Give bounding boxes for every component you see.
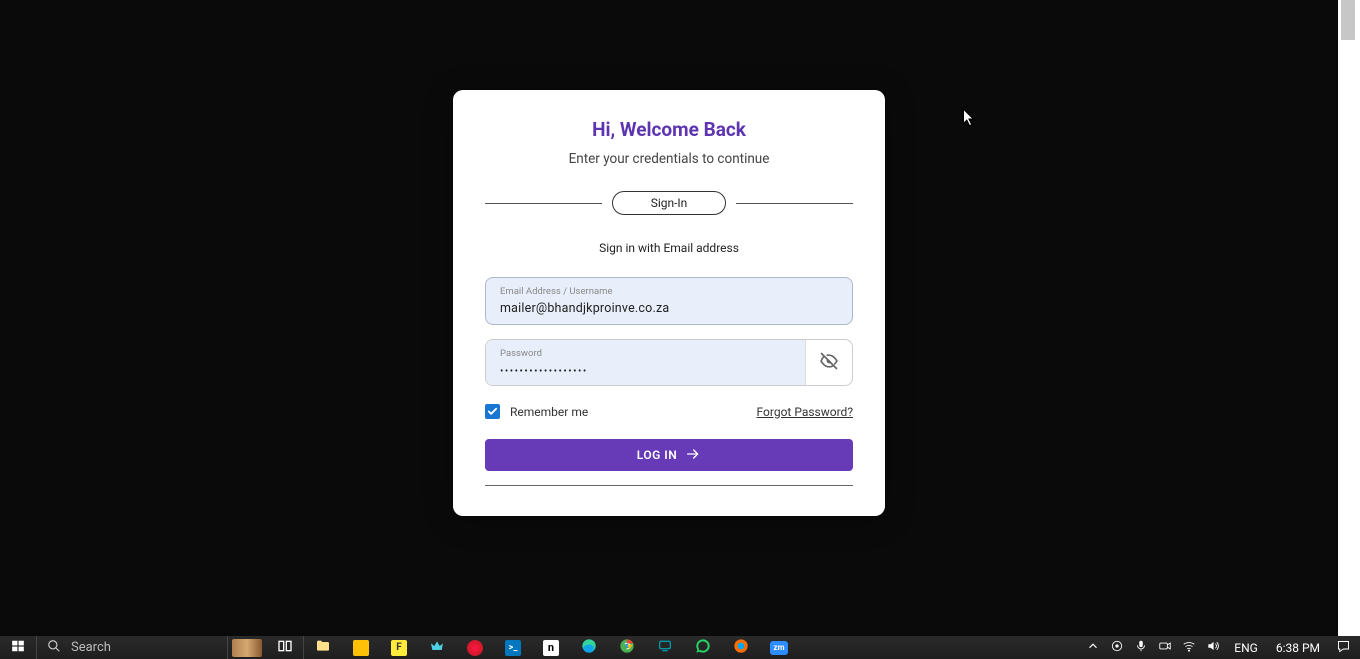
taskbar-search-placeholder: Search: [71, 640, 111, 655]
remember-label: Remember me: [510, 405, 588, 419]
bottom-divider: [485, 485, 853, 486]
remember-left: Remember me: [485, 404, 588, 419]
arrow-right-icon: [685, 446, 701, 465]
edge-icon: [581, 638, 597, 657]
taskbar-app-yellow2[interactable]: F: [380, 636, 418, 659]
microphone-icon: [1134, 639, 1148, 656]
email-label: Email Address / Username: [500, 286, 838, 297]
location-icon: [1110, 639, 1124, 656]
mouse-cursor: [962, 108, 976, 132]
tray-camera[interactable]: [1156, 639, 1174, 656]
login-card: Hi, Welcome Back Enter your credentials …: [453, 90, 885, 516]
email-input[interactable]: [500, 300, 838, 318]
clock[interactable]: 6:38 PM: [1270, 641, 1326, 655]
taskbar: Search F >_ n zm ENG 6:38 PM: [0, 636, 1360, 659]
folder-icon: [315, 638, 331, 657]
taskbar-app-opera[interactable]: [456, 636, 494, 659]
taskbar-app-yellow[interactable]: [342, 636, 380, 659]
sign-in-pill[interactable]: Sign-In: [612, 191, 727, 215]
divider-row: Sign-In: [485, 191, 853, 215]
opera-icon: [467, 640, 483, 656]
whatsapp-icon: [695, 638, 711, 657]
password-field-wrap: Password: [485, 339, 853, 386]
taskbar-app-zoom[interactable]: zm: [760, 636, 798, 659]
notion-icon: n: [543, 640, 559, 656]
taskbar-app-browser[interactable]: [722, 636, 760, 659]
chevron-up-icon: [1086, 639, 1100, 656]
app-background: Hi, Welcome Back Enter your credentials …: [0, 0, 1338, 636]
task-view-icon: [277, 638, 293, 657]
notification-icon: [1336, 639, 1351, 657]
divider-line: [485, 203, 602, 204]
eye-off-icon: [819, 351, 839, 375]
taskbar-app-quickassist[interactable]: [646, 636, 684, 659]
login-title: Hi, Welcome Back: [485, 118, 853, 141]
inner-scrollbar-thumb[interactable]: [1341, 0, 1355, 40]
taskbar-app-notion[interactable]: n: [532, 636, 570, 659]
app-icon: [353, 640, 369, 656]
login-subtitle: Enter your credentials to continue: [485, 151, 853, 167]
search-icon: [47, 639, 61, 656]
check-icon: [487, 402, 498, 421]
taskbar-app-taskview[interactable]: [266, 636, 304, 659]
login-button-label: LOG IN: [637, 448, 678, 462]
taskbar-app-whatsapp[interactable]: [684, 636, 722, 659]
login-button[interactable]: LOG IN: [485, 439, 853, 471]
language-indicator[interactable]: ENG: [1228, 641, 1264, 655]
taskbar-left: Search: [0, 636, 228, 659]
wifi-icon: [1182, 639, 1196, 656]
crown-icon: [429, 638, 445, 657]
remember-checkbox[interactable]: [485, 404, 500, 419]
zoom-icon: zm: [770, 641, 788, 655]
tray-chevron-up[interactable]: [1084, 639, 1102, 656]
tray-location[interactable]: [1108, 639, 1126, 656]
quick-assist-icon: [657, 638, 673, 657]
windows-icon: [11, 639, 25, 656]
forgot-password-link[interactable]: Forgot Password?: [757, 405, 853, 419]
taskbar-app-edge[interactable]: [570, 636, 608, 659]
camera-icon: [1158, 639, 1172, 656]
remember-row: Remember me Forgot Password?: [485, 404, 853, 419]
tray-wifi[interactable]: [1180, 639, 1198, 656]
taskbar-app-crown[interactable]: [418, 636, 456, 659]
taskbar-app-chrome[interactable]: [608, 636, 646, 659]
tray-microphone[interactable]: [1132, 639, 1150, 656]
signin-method-label: Sign in with Email address: [485, 241, 853, 255]
start-button[interactable]: [0, 636, 36, 659]
browser-icon: [733, 638, 749, 657]
inner-scrollbar[interactable]: [1338, 0, 1360, 636]
password-input[interactable]: [500, 365, 791, 379]
divider-line: [736, 203, 853, 204]
painting-icon: [232, 639, 262, 657]
app-icon: F: [391, 640, 407, 656]
chrome-icon: [619, 638, 635, 657]
tray-volume[interactable]: [1204, 639, 1222, 656]
email-field-wrap[interactable]: Email Address / Username: [485, 277, 853, 325]
taskbar-app-powershell[interactable]: >_: [494, 636, 532, 659]
powershell-icon: >_: [505, 640, 521, 656]
password-field-inner[interactable]: Password: [486, 340, 806, 385]
taskbar-right: ENG 6:38 PM: [1084, 636, 1360, 659]
taskbar-apps: F >_ n zm: [228, 636, 798, 659]
taskbar-app-painting[interactable]: [228, 636, 266, 659]
taskbar-app-explorer[interactable]: [304, 636, 342, 659]
password-label: Password: [500, 348, 791, 359]
action-center-button[interactable]: [1332, 639, 1354, 657]
toggle-password-visibility-button[interactable]: [806, 340, 852, 385]
taskbar-search[interactable]: Search: [36, 636, 228, 659]
volume-icon: [1206, 639, 1220, 656]
